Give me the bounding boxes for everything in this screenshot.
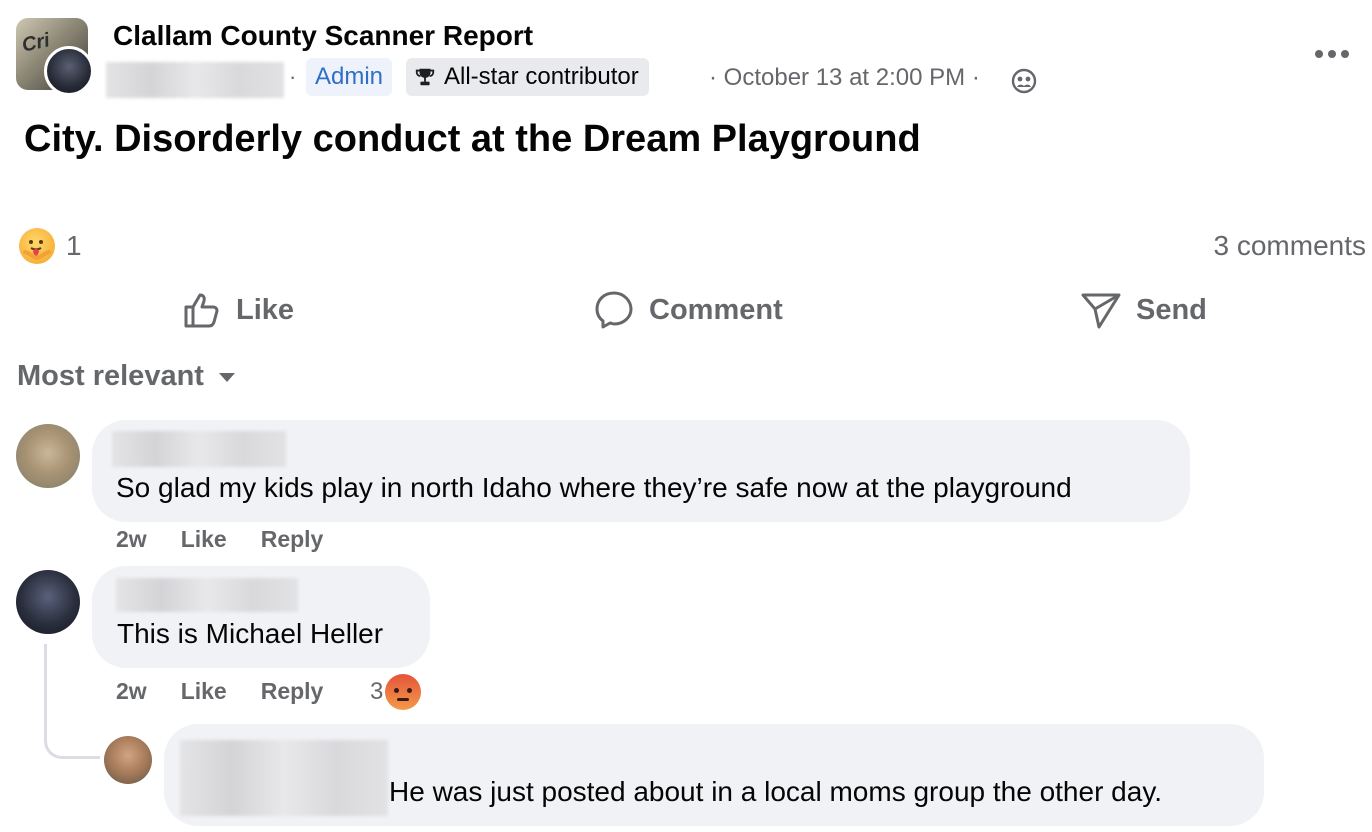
comment-actions: 2w Like Reply	[116, 678, 323, 705]
poster-name-redacted[interactable]	[106, 62, 284, 98]
comment-text: So glad my kids play in north Idaho wher…	[116, 472, 1072, 503]
poster-avatar[interactable]	[44, 46, 94, 96]
post-date[interactable]: · October 13 at 2:00 PM ·	[709, 64, 980, 92]
reply-thread-line	[44, 644, 100, 759]
thumbs-up-icon	[184, 293, 219, 328]
post-text: City. Disorderly conduct at the Dream Pl…	[24, 118, 921, 160]
comment-bubble-icon	[595, 291, 633, 329]
comment-text: This is Michael Heller	[117, 618, 384, 649]
comments-count[interactable]: 3 comments	[1214, 230, 1367, 262]
comment-reaction-count: 3	[370, 678, 384, 705]
like-label: Like	[236, 293, 295, 326]
commenter-avatar[interactable]	[16, 570, 80, 634]
replier-avatar[interactable]	[104, 736, 152, 784]
angry-reaction-icon	[385, 674, 422, 710]
allstar-badge: All-star contributor	[406, 58, 649, 96]
allstar-label: All-star contributor	[444, 63, 639, 90]
replier-name-redacted[interactable]	[180, 740, 388, 816]
meta-separator: ·	[709, 64, 717, 91]
more-options-icon[interactable]	[1312, 44, 1352, 64]
comment-reply-button[interactable]: Reply	[261, 678, 324, 705]
comment-time[interactable]: 2w	[116, 526, 147, 553]
admin-badge: Admin	[306, 58, 393, 96]
group-avatar-text: Cri	[19, 29, 52, 57]
audience-group-icon[interactable]	[1011, 68, 1037, 94]
commenter-avatar[interactable]	[16, 424, 80, 488]
comment-like-button[interactable]: Like	[181, 678, 227, 705]
comment-like-button[interactable]: Like	[181, 526, 227, 553]
send-icon	[1081, 293, 1121, 329]
send-button[interactable]: Send	[1080, 288, 1207, 332]
commenter-name-redacted[interactable]	[112, 431, 286, 467]
comment-sort-dropdown[interactable]: Most relevant	[17, 360, 236, 393]
group-name[interactable]: Clallam County Scanner Report	[113, 20, 533, 52]
reply-text: He was just posted about in a local moms…	[389, 776, 1163, 807]
send-label: Send	[1136, 293, 1207, 326]
sort-label: Most relevant	[17, 360, 204, 392]
comment-label: Comment	[649, 293, 783, 326]
caret-down-icon	[218, 372, 235, 382]
comment-time[interactable]: 2w	[116, 678, 147, 705]
meta-separator: ·	[289, 64, 297, 89]
commenter-name-redacted[interactable]	[116, 578, 298, 612]
comment-reply-button[interactable]: Reply	[261, 526, 324, 553]
comment-button[interactable]: Comment	[593, 288, 783, 332]
like-button[interactable]: Like	[182, 288, 294, 332]
comment-reaction-summary[interactable]: 3	[370, 674, 422, 710]
meta-separator: ·	[971, 64, 980, 91]
trophy-icon	[415, 68, 435, 86]
care-reaction-icon[interactable]	[19, 228, 55, 264]
post-timestamp[interactable]: October 13 at 2:00 PM	[724, 64, 965, 91]
reaction-count[interactable]: 1	[66, 230, 82, 262]
comment-actions: 2w Like Reply	[116, 526, 323, 553]
